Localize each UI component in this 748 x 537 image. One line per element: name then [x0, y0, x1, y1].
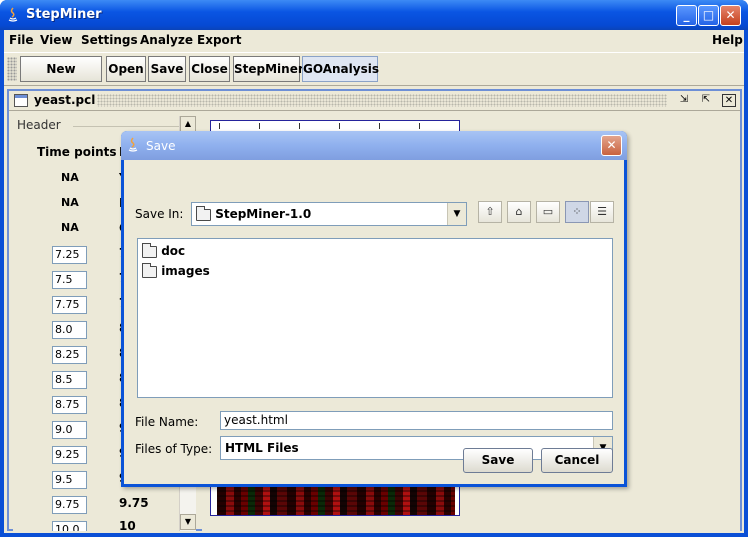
menu-export[interactable]: Export — [197, 33, 241, 47]
folder-icon — [142, 242, 157, 258]
close-file-button[interactable]: Close — [189, 56, 230, 82]
new-window-button[interactable]: New Window — [20, 56, 102, 100]
title-bar: StepMiner _ □ ✕ — [0, 0, 748, 30]
time-point-input[interactable]: 8.75 — [52, 396, 87, 414]
menu-settings[interactable]: Settings — [81, 33, 138, 47]
save-in-value: StepMiner-1.0 — [215, 207, 312, 221]
menu-file[interactable]: File — [9, 33, 34, 47]
list-item[interactable]: images — [142, 262, 210, 278]
file-name-field[interactable]: yeast.html — [220, 411, 613, 430]
document-title: yeast.pcl — [34, 93, 96, 107]
time-point-input[interactable]: 9.5 — [52, 471, 87, 489]
save-in-combo[interactable]: StepMiner-1.0 ▼ — [191, 202, 467, 226]
time-point-input[interactable]: 8.5 — [52, 371, 87, 389]
time-point-input[interactable]: 8.0 — [52, 321, 87, 339]
window-title: StepMiner — [26, 7, 102, 22]
menu-help[interactable]: Help — [712, 33, 743, 47]
save-in-label: Save In: — [135, 207, 184, 221]
document-icon — [14, 94, 28, 107]
file-type-label: Files of Type: — [135, 442, 213, 456]
time-value: 10 — [119, 519, 136, 531]
na-label: NA — [61, 221, 79, 234]
maximize-frame-icon[interactable]: ⇱ — [699, 94, 713, 107]
time-point-input[interactable]: 9.0 — [52, 421, 87, 439]
save-dialog: Save ✕ Save In: StepMiner-1.0 ▼ ⇧ ⌂ ▭ ⁘ … — [121, 131, 627, 487]
toolbar: New Window Open Save Close StepMiner GOA… — [4, 52, 744, 100]
time-point-input[interactable]: 7.5 — [52, 271, 87, 289]
time-point-input[interactable]: 9.75 — [52, 496, 87, 514]
dialog-cancel-button[interactable]: Cancel — [541, 448, 613, 473]
toolbar-grip[interactable] — [7, 57, 17, 81]
java-icon — [8, 7, 18, 22]
scroll-down-icon[interactable]: ▼ — [180, 514, 196, 530]
file-type-value: HTML Files — [225, 441, 299, 455]
file-list[interactable]: doc images — [137, 238, 613, 398]
save-in-value-wrap: StepMiner-1.0 — [196, 205, 312, 221]
dialog-close-button[interactable]: ✕ — [601, 135, 622, 156]
heatmap-axis-ticks — [219, 123, 459, 129]
time-point-input[interactable]: 8.25 — [52, 346, 87, 364]
stepminer-button[interactable]: StepMiner — [233, 56, 304, 82]
details-view-icon[interactable]: ☰ — [590, 201, 614, 223]
home-icon[interactable]: ⌂ — [507, 201, 531, 223]
heatmap-image — [217, 485, 455, 515]
close-frame-icon[interactable]: ✕ — [722, 94, 736, 107]
time-point-input[interactable]: 10.0 — [52, 521, 87, 531]
dialog-body: Save In: StepMiner-1.0 ▼ ⇧ ⌂ ▭ ⁘ ☰ doc i… — [124, 160, 624, 484]
list-view-icon[interactable]: ⁘ — [565, 201, 589, 223]
file-name-label: File Name: — [135, 415, 199, 429]
na-label: NA — [61, 196, 79, 209]
save-button[interactable]: Save — [148, 56, 186, 82]
goanalysis-button[interactable]: GOAnalysis — [302, 56, 379, 82]
folder-icon — [196, 205, 211, 221]
dialog-titlebar[interactable]: Save ✕ — [121, 131, 627, 160]
new-folder-icon[interactable]: ▭ — [536, 201, 560, 223]
open-button[interactable]: Open — [106, 56, 146, 82]
folder-icon — [142, 262, 157, 278]
maximize-button[interactable]: □ — [698, 5, 719, 26]
minimize-button[interactable]: _ — [676, 5, 697, 26]
iconify-icon[interactable]: ⇲ — [677, 94, 691, 107]
close-button[interactable]: ✕ — [720, 5, 741, 26]
menu-analyze[interactable]: Analyze — [140, 33, 193, 47]
header-label: Header — [17, 118, 61, 132]
time-value: 9.75 — [119, 496, 149, 510]
document-titlebar[interactable]: yeast.pcl ⇲ ⇱ ✕ — [9, 91, 740, 111]
dialog-title: Save — [146, 139, 176, 153]
file-name: doc — [161, 244, 186, 258]
menu-view[interactable]: View — [40, 33, 72, 47]
scroll-up-icon[interactable]: ▲ — [180, 116, 196, 132]
header-divider — [73, 126, 179, 127]
time-points-header: Time points — [37, 145, 117, 159]
chevron-down-icon[interactable]: ▼ — [447, 203, 466, 225]
title-grip — [97, 94, 667, 107]
menu-bar: File View Settings Analyze Export Help — [4, 30, 744, 52]
dialog-save-button[interactable]: Save — [463, 448, 533, 473]
time-point-input[interactable]: 9.25 — [52, 446, 87, 464]
up-one-level-icon[interactable]: ⇧ — [478, 201, 502, 223]
time-point-input[interactable]: 7.25 — [52, 246, 87, 264]
file-name: images — [161, 264, 210, 278]
na-label: NA — [61, 171, 79, 184]
list-item[interactable]: doc — [142, 242, 186, 258]
time-point-input[interactable]: 7.75 — [52, 296, 87, 314]
java-icon — [128, 137, 138, 152]
